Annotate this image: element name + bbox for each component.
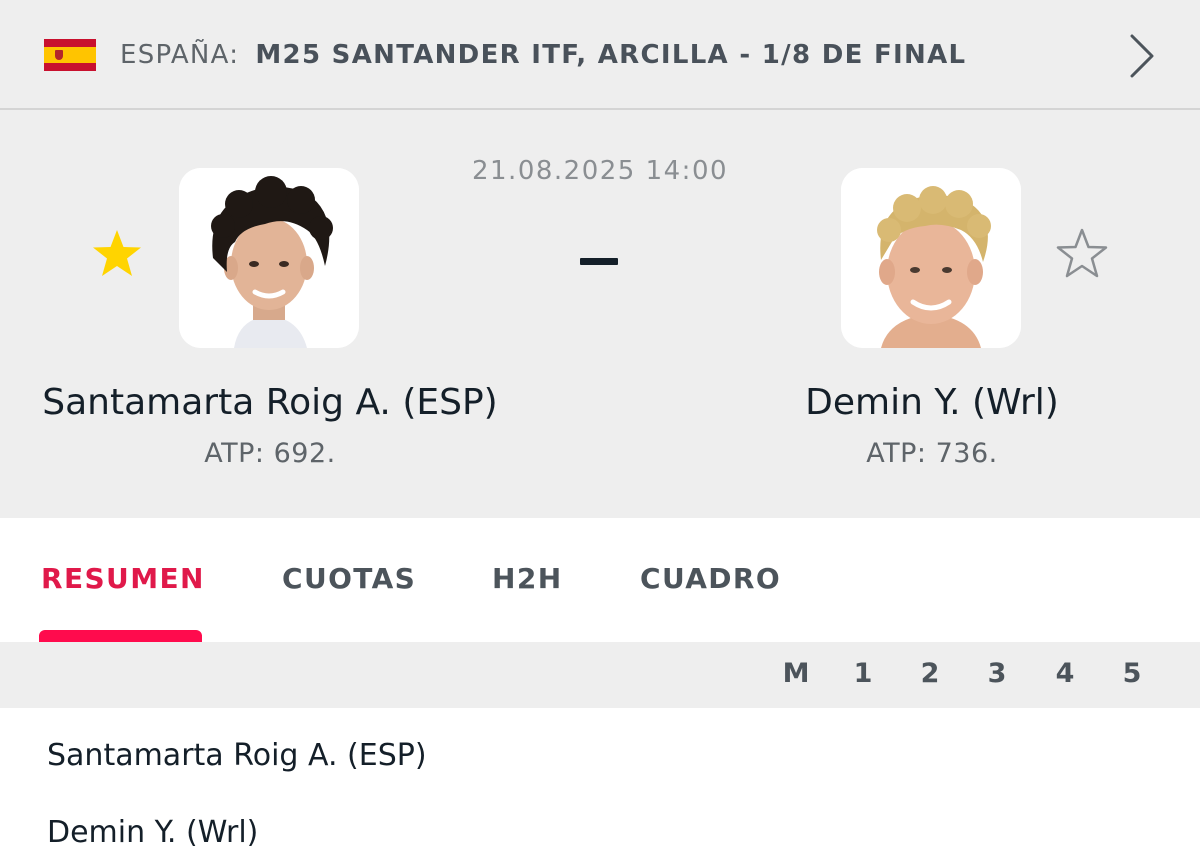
spain-flag-icon [44, 39, 96, 71]
tab-h2h[interactable]: H2H [492, 562, 563, 595]
score-table: Santamarta Roig A. (ESP) Demin Y. (Wrl) [0, 708, 1200, 868]
column-set-1: 1 [853, 658, 873, 689]
score-table-header: M 1 2 3 4 5 [0, 642, 1200, 708]
home-player-photo[interactable] [179, 168, 359, 348]
table-row-home-player[interactable]: Santamarta Roig A. (ESP) [47, 738, 427, 773]
home-player-name[interactable]: Santamarta Roig A. (ESP) [10, 382, 530, 423]
active-tab-indicator [39, 630, 202, 642]
score-separator [580, 258, 618, 265]
away-player-name[interactable]: Demin Y. (Wrl) [700, 382, 1164, 423]
tab-cuotas[interactable]: CUOTAS [282, 562, 416, 595]
competition-name: M25 SANTANDER ITF, ARCILLA - 1/8 DE FINA… [255, 40, 967, 70]
column-match: M [782, 658, 810, 689]
match-tabs: RESUMEN CUOTAS H2H CUADRO [0, 518, 1200, 642]
table-row-away-player[interactable]: Demin Y. (Wrl) [47, 815, 258, 850]
favorite-star-filled-icon[interactable] [88, 226, 146, 284]
competition-country: ESPAÑA: [120, 40, 240, 70]
away-player-ranking: ATP: 736. [866, 438, 998, 469]
tab-resumen[interactable]: RESUMEN [41, 562, 205, 595]
column-set-3: 3 [987, 658, 1007, 689]
column-set-4: 4 [1055, 658, 1075, 689]
away-player-photo[interactable] [841, 168, 1021, 348]
column-set-5: 5 [1122, 658, 1142, 689]
favorite-star-outline-icon[interactable] [1053, 226, 1111, 284]
match-header: 21.08.2025 14:00 Santamarta Roig A. (ESP… [0, 110, 1200, 518]
home-player-ranking: ATP: 692. [204, 438, 336, 469]
tab-cuadro[interactable]: CUADRO [640, 562, 781, 595]
competition-title[interactable]: ESPAÑA: M25 SANTANDER ITF, ARCILLA - 1/8… [120, 38, 966, 72]
chevron-right-icon[interactable] [1126, 32, 1158, 80]
column-set-2: 2 [920, 658, 940, 689]
competition-header[interactable]: ESPAÑA: M25 SANTANDER ITF, ARCILLA - 1/8… [0, 0, 1200, 110]
